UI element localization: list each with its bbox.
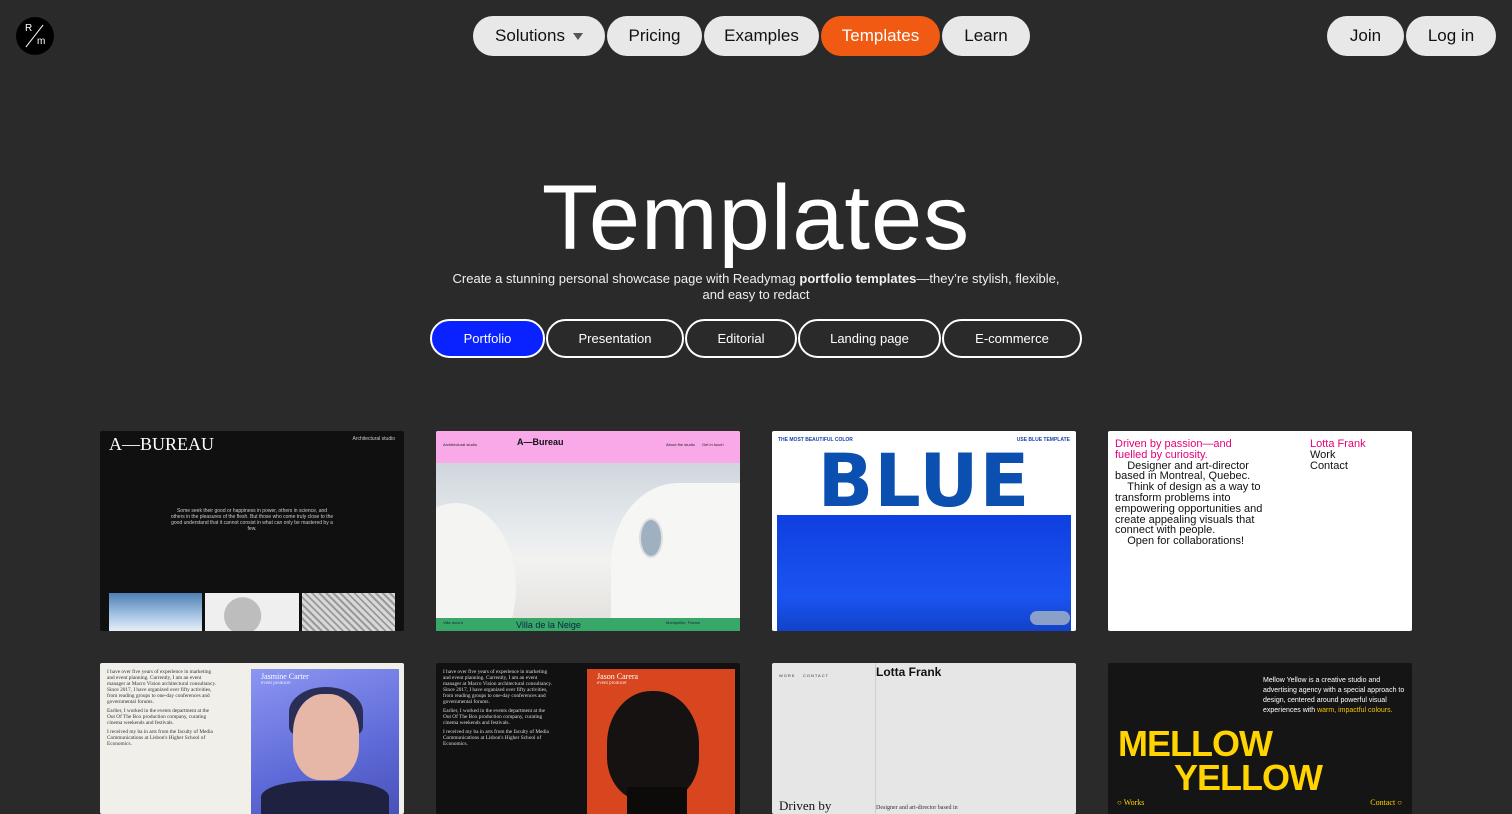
category-label: Landing page <box>830 331 909 346</box>
nav-pricing-button[interactable]: Pricing <box>607 16 702 56</box>
card-bio: I have over five years of experience in … <box>443 669 553 750</box>
portrait-face <box>293 694 359 780</box>
intro-line-accent: Driven by passion—and fuelled by curiosi… <box>1115 438 1232 461</box>
bio-paragraph: Earlier, I worked in the events departme… <box>443 708 546 726</box>
bio-paragraph: I have over five years of experience in … <box>107 669 216 705</box>
architecture-photo <box>436 463 740 631</box>
card-footer-bar: Villa record Villa de la Neige Montpelli… <box>436 618 740 631</box>
card-description: Designer and art-director based in <box>876 805 958 811</box>
readymag-logo[interactable]: R m <box>16 17 54 55</box>
card-nav-work: WORK <box>779 673 796 678</box>
page-title: Templates <box>541 167 971 269</box>
template-card-jasmine[interactable]: I have over five years of experience in … <box>100 663 404 814</box>
photo-window <box>639 518 663 558</box>
card-description: Mellow Yellow is a creative studio and a… <box>1263 676 1405 716</box>
bio-paragraph: Earlier, I worked in the events departme… <box>107 708 210 726</box>
card-side-nav: Lotta Frank Work Contact <box>1310 439 1366 472</box>
template-card-abureau-pink[interactable]: Architectural studio A—Bureau About the … <box>436 431 740 631</box>
category-label: E-commerce <box>975 331 1049 346</box>
card-person-name: Jason Carera <box>597 672 639 681</box>
portrait-shoulders <box>261 781 389 814</box>
bio-paragraph: I have over five years of experience in … <box>443 669 552 705</box>
logo-letter-m: m <box>37 36 46 47</box>
template-card-blue[interactable]: THE MOST BEAUTIFUL COLOR USE BLUE TEMPLA… <box>772 431 1076 631</box>
card-footer-title: Villa de la Neige <box>516 620 581 630</box>
card-title: A—BUREAU <box>109 434 215 454</box>
card-intro-text: Driven by passion—and fuelled by curiosi… <box>1115 439 1265 547</box>
nav-solutions-label: Solutions <box>495 26 565 45</box>
card-name: Lotta Frank <box>876 665 942 679</box>
category-tab-ecommerce[interactable]: E-commerce <box>942 319 1082 358</box>
nav-examples-label: Examples <box>724 26 799 45</box>
nav-learn-label: Learn <box>964 26 1008 45</box>
bio-paragraph: I received my ba in arts from the facult… <box>107 729 213 747</box>
card-divider <box>875 663 876 814</box>
card-big-title: BLUE <box>817 439 1031 524</box>
category-tab-editorial[interactable]: Editorial <box>685 319 797 358</box>
template-card-mellow-yellow[interactable]: Mellow Yellow is a creative studio and a… <box>1108 663 1412 814</box>
card-about-link: About the studio <box>666 442 695 447</box>
nav-pricing-label: Pricing <box>628 26 681 45</box>
chevron-down-icon <box>572 32 583 40</box>
login-button[interactable]: Log in <box>1406 16 1496 56</box>
card-person-name: Jasmine Carter <box>261 672 309 681</box>
card-footer-right: Montpellier, France <box>666 620 701 625</box>
nav-learn-button[interactable]: Learn <box>942 16 1030 56</box>
logo-letter-r: R <box>25 23 33 34</box>
portrait-photo: Jason Carera event producer <box>587 669 735 814</box>
subtitle-text-bold: portfolio templates <box>799 271 917 286</box>
thumbnail-image <box>109 593 202 631</box>
card-contact-link: Contact ○ <box>1370 798 1402 807</box>
nav-examples-button[interactable]: Examples <box>704 16 819 56</box>
category-tab-portfolio[interactable]: Portfolio <box>430 319 545 358</box>
card-paragraph: Some seek their good or happiness in pow… <box>170 508 334 532</box>
intro-line: Open for collaborations! <box>1127 535 1245 548</box>
card-big-title-line2: YELLOW <box>1174 757 1323 798</box>
photo-wall-right <box>611 483 740 631</box>
nav-templates-button[interactable]: Templates <box>821 16 940 56</box>
card-bio: I have over five years of experience in … <box>107 669 217 750</box>
photo-wall-left <box>436 503 516 631</box>
portrait-neck <box>627 787 687 814</box>
category-label: Presentation <box>578 331 652 346</box>
nav-templates-label: Templates <box>841 26 920 45</box>
nav-solutions-button[interactable]: Solutions <box>473 16 605 56</box>
bio-paragraph: I received my ba in arts from the facult… <box>443 729 549 747</box>
card-badge <box>1030 611 1070 625</box>
card-heading: Driven by <box>779 798 832 813</box>
card-person-role: event producer <box>261 681 291 686</box>
card-title: A—Bureau <box>517 437 564 447</box>
subtitle-text-start: Create a stunning personal showcase page… <box>452 271 800 286</box>
intro-line: Designer and art-director based in Montr… <box>1115 459 1251 483</box>
portrait-photo: Jasmine Carter event producer <box>251 669 399 814</box>
card-nav-contact: CONTACT <box>803 673 830 678</box>
category-tab-presentation[interactable]: Presentation <box>546 319 684 358</box>
login-label: Log in <box>1427 26 1475 45</box>
template-card-abureau-dark[interactable]: A—BUREAU Architectural studio Some seek … <box>100 431 404 631</box>
description-accent: warm, impactful colours. <box>1317 707 1393 714</box>
join-button[interactable]: Join <box>1327 16 1404 56</box>
category-label: Editorial <box>717 331 765 346</box>
card-person-role: event producer <box>597 681 627 686</box>
card-contact-link: Get in touch <box>702 442 724 447</box>
template-card-lotta-white[interactable]: Driven by passion—and fuelled by curiosi… <box>1108 431 1412 631</box>
category-tab-landing-page[interactable]: Landing page <box>798 319 941 358</box>
card-tag: Architectural studio <box>352 436 395 442</box>
page-subtitle: Create a stunning personal showcase page… <box>450 271 1062 303</box>
thumbnail-image <box>302 593 395 631</box>
card-header-bar: Architectural studio A—Bureau About the … <box>436 431 740 463</box>
card-contact-link: Contact <box>1310 459 1348 472</box>
intro-line: Think of design as a way to transform pr… <box>1115 481 1263 537</box>
template-card-jason[interactable]: I have over five years of experience in … <box>436 663 740 814</box>
card-works-link: ○ Works <box>1117 798 1145 807</box>
join-label: Join <box>1349 26 1382 45</box>
card-studio-label: Architectural studio <box>443 442 478 447</box>
template-card-lotta-grey[interactable]: WORK CONTACT Lotta Frank Driven by Desig… <box>772 663 1076 814</box>
card-footer-left: Villa record <box>443 620 463 625</box>
blue-sky-image <box>777 515 1071 631</box>
thumbnail-image <box>205 593 299 631</box>
portrait-face <box>607 691 699 801</box>
category-label: Portfolio <box>463 331 512 346</box>
